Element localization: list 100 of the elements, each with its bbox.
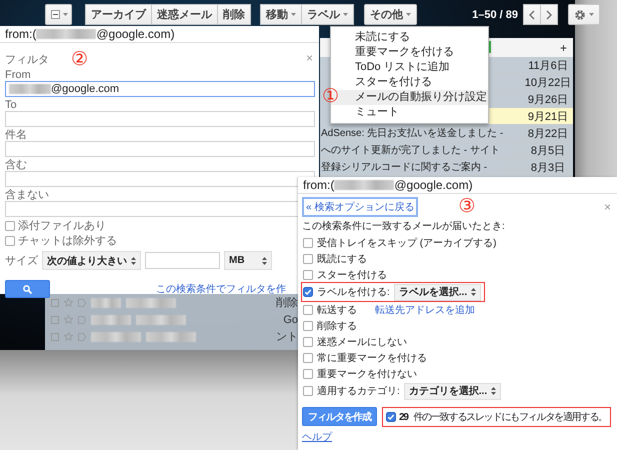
star-icon	[64, 298, 73, 307]
menu-item[interactable]: 未読にする	[355, 31, 410, 43]
back-link[interactable]: « 検索オプションに戻る	[302, 196, 418, 216]
previous-button[interactable]	[523, 4, 541, 25]
create-filter-link[interactable]: この検索条件でフィルタを作	[156, 282, 286, 296]
field-label: 含まない	[5, 189, 50, 201]
blurred-text	[91, 314, 131, 324]
next-button[interactable]	[540, 4, 558, 25]
checkbox[interactable]	[303, 336, 313, 346]
select-value: ラベルを選択...	[398, 286, 468, 299]
select-value: 次の値より大きい	[47, 254, 127, 268]
checkbox-icon	[51, 316, 59, 324]
blurred-text	[136, 314, 186, 324]
select-arrows-icon	[471, 288, 476, 296]
checkbox-label: 添付ファイルあり	[18, 219, 106, 233]
checkbox[interactable]	[303, 352, 313, 362]
mail-date: 10月22日	[524, 76, 572, 90]
menu-item[interactable]: 重要マークを付ける	[355, 46, 454, 58]
toolbar-button[interactable]: 削除	[217, 4, 251, 25]
checkbox[interactable]	[5, 236, 15, 246]
mail-date: 9月21日	[526, 110, 570, 124]
checkbox-label: 受信トレイをスキップ (アーカイブする)	[317, 236, 496, 250]
checkbox[interactable]	[303, 320, 313, 330]
dropdown-button[interactable]: 移動	[260, 4, 302, 25]
menu-item[interactable]: ToDo リストに追加	[355, 61, 450, 73]
star-icon	[64, 332, 73, 341]
size-label: サイズ	[5, 254, 38, 268]
blurred-text	[91, 332, 141, 342]
input-field[interactable]	[5, 111, 315, 127]
mail-fragment: ント	[276, 330, 298, 344]
mail-subject: 登録シリアルコードに関するご案内 -	[321, 160, 488, 174]
mail-row[interactable]: 登録シリアルコードに関するご案内 - 8月3日	[320, 159, 573, 176]
search-button[interactable]	[5, 280, 50, 298]
search-query-bar[interactable]: from:( @google.com)	[298, 177, 617, 194]
checkbox[interactable]	[303, 287, 313, 297]
select-arrows-icon	[131, 256, 136, 264]
checkbox[interactable]	[303, 304, 313, 314]
more-button[interactable]: その他	[364, 4, 417, 25]
checkbox[interactable]	[5, 220, 15, 230]
blurred-text	[36, 29, 96, 39]
chevron-left-icon	[529, 10, 535, 20]
dropdown-button[interactable]: ラベル	[301, 4, 354, 25]
checkbox-label: 重要マークを付けない	[317, 368, 417, 380]
size-unit-select[interactable]: MB	[224, 251, 272, 270]
tag-icon	[78, 332, 86, 340]
checkbox[interactable]	[386, 412, 396, 422]
checkbox[interactable]	[303, 368, 313, 378]
mail-subject: AdSense: 先日お支払いを送金しました -	[321, 126, 504, 140]
caret-icon	[63, 13, 68, 16]
tag-icon	[78, 316, 86, 324]
mail-row[interactable]: AdSense: 先日お支払いを送金しました - 8月22日	[320, 125, 573, 142]
checkbox[interactable]	[303, 386, 313, 396]
checkbox[interactable]	[303, 270, 313, 280]
select-button[interactable]	[45, 4, 72, 25]
blurred-text	[9, 84, 51, 94]
section-heading: この検索条件に一致するメールが届いたとき:	[302, 220, 506, 233]
checkbox-label: 29 件の一致するスレッドにもフィルタを適用する。	[399, 410, 607, 424]
chevron-right-icon	[546, 10, 552, 20]
checkbox-label: 常に重要マークを付ける	[317, 352, 427, 364]
search-query-bar[interactable]: from:( @google.com)	[0, 26, 319, 43]
dropdown-select[interactable]: ラベルを選択...	[394, 284, 482, 300]
settings-button[interactable]	[568, 4, 600, 25]
checkbox-label: ラベルを付ける:	[317, 286, 390, 299]
blurred-text	[334, 180, 394, 190]
mail-date: 11月6日	[527, 58, 569, 72]
mail-date: 8月3日	[530, 160, 566, 174]
minus-checkbox-icon	[51, 10, 60, 19]
checkbox-label: 削除する	[317, 320, 357, 332]
checkbox-icon	[51, 298, 59, 306]
toolbar-button[interactable]: 迷惑メール	[151, 4, 218, 25]
size-comparator-select[interactable]: 次の値より大きい	[42, 251, 141, 270]
forward-address-link[interactable]: 転送先アドレスを追加	[375, 302, 475, 316]
dropdown-select[interactable]: カテゴリを選択...	[404, 382, 502, 400]
from-field[interactable]: @google.com	[5, 81, 315, 97]
mail-date: 8月22日	[526, 126, 570, 140]
blurred-text	[146, 332, 196, 342]
star-icon	[64, 315, 73, 324]
checkbox-label: 転送する	[317, 304, 357, 316]
input-field[interactable]	[5, 141, 315, 157]
select-arrows-icon	[262, 256, 267, 264]
checkbox[interactable]	[303, 254, 313, 264]
mail-row[interactable]: 9月21日	[488, 108, 573, 125]
size-input-field[interactable]	[145, 252, 220, 269]
toolbar-button[interactable]: アーカイブ	[85, 4, 152, 25]
query-text: from:(	[5, 27, 36, 41]
search-icon	[23, 284, 32, 294]
checkbox[interactable]	[303, 238, 313, 248]
mail-row[interactable]: へのサイト更新が完了しました - サイト 8月5日	[320, 142, 573, 159]
menu-item[interactable]: ミュート	[355, 106, 399, 118]
settings-icon	[574, 8, 586, 20]
query-text: @google.com)	[394, 178, 473, 192]
blurred-text	[91, 298, 121, 308]
help-link[interactable]: ヘルプ	[302, 430, 332, 444]
page-range: 1–50 / 89	[472, 8, 518, 20]
new-tab-button[interactable]: +	[560, 40, 567, 54]
menu-item[interactable]: スターを付ける	[355, 76, 432, 88]
select-value: MB	[229, 255, 245, 266]
field-label: 件名	[5, 129, 28, 141]
select-arrows-icon	[491, 387, 496, 395]
mail-fragment: Go	[283, 314, 298, 326]
